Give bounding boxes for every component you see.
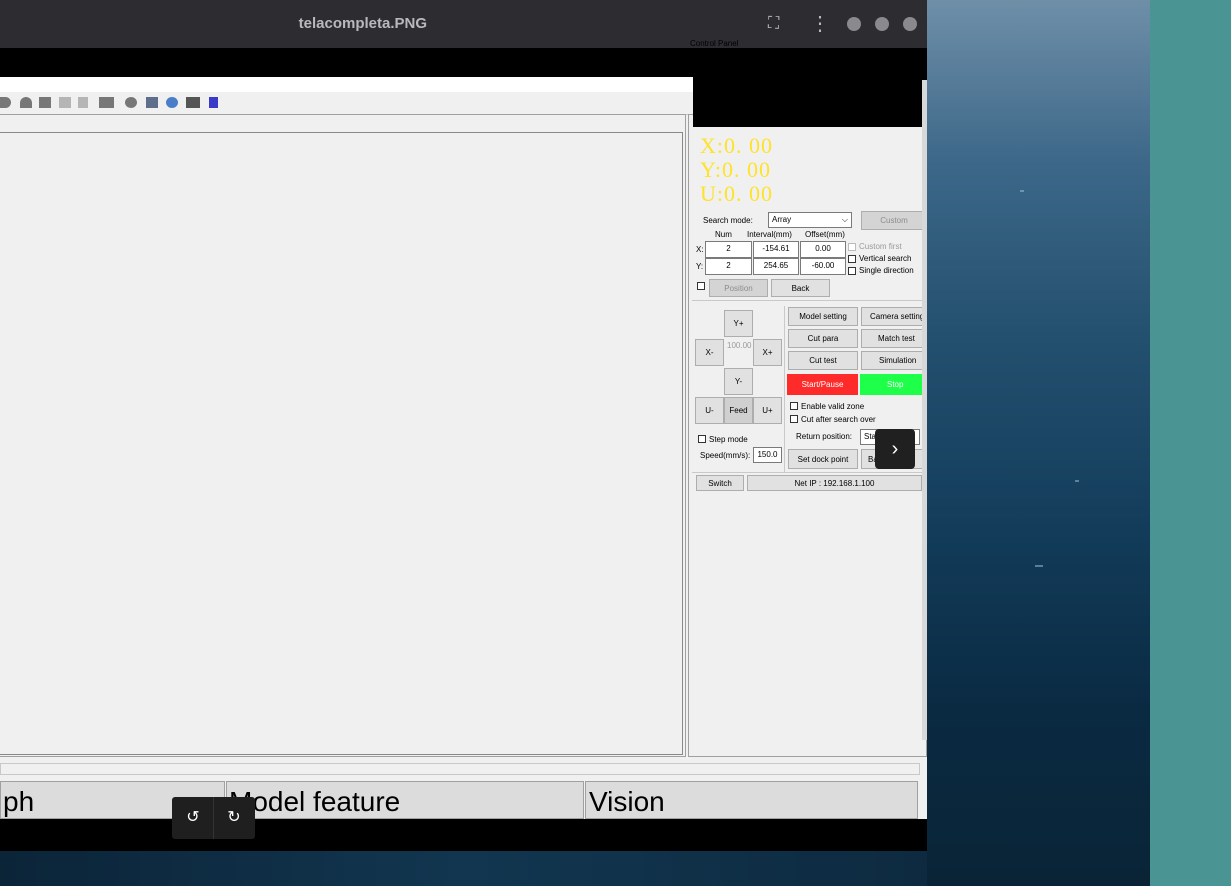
x-plus-button[interactable]: X+ <box>753 339 782 366</box>
wallpaper-detail <box>1035 565 1043 567</box>
window-icon[interactable] <box>146 97 158 108</box>
desktop-wallpaper <box>927 0 1150 886</box>
speed-label: Speed(mm/s): <box>700 451 751 460</box>
offset-column-header: Offset(mm) <box>805 230 845 239</box>
u-minus-button[interactable]: U- <box>695 397 724 424</box>
y-offset-field[interactable]: -60.00 <box>800 258 846 275</box>
viewer-title: telacompleta.PNG <box>298 15 427 32</box>
tab-model-feature[interactable]: Model feature <box>226 781 584 819</box>
window-edge <box>922 80 927 740</box>
rectangle-icon[interactable] <box>186 97 200 108</box>
back-button[interactable]: Back <box>771 279 830 297</box>
menu-icon[interactable]: ⋮ <box>810 0 830 48</box>
viewer-letterbox-bottom <box>0 819 927 851</box>
net-ip-display: Net IP : 192.168.1.100 <box>747 475 922 491</box>
cut-after-search-label: Cut after search over <box>801 415 876 424</box>
separator <box>692 472 927 473</box>
switch-button[interactable]: Switch <box>696 475 744 491</box>
single-direction-checkbox[interactable] <box>848 267 856 275</box>
split-icon[interactable] <box>78 97 88 108</box>
app-window: _ 🗗 × ph Model feature Vision <box>0 77 927 819</box>
speed-field[interactable]: 150.0 <box>753 447 782 463</box>
close-dot-icon[interactable] <box>903 17 917 31</box>
custom-first-checkbox[interactable] <box>848 243 856 251</box>
custom-first-label: Custom first <box>859 242 902 251</box>
horizontal-scrollbar[interactable] <box>0 763 920 775</box>
x-coordinate: X:0. 00 <box>700 133 773 158</box>
u-coordinate: U:0. 00 <box>700 181 773 206</box>
interval-column-header: Interval(mm) <box>747 230 792 239</box>
fullscreen-icon[interactable]: ⛶ <box>768 0 779 48</box>
eraser-icon[interactable] <box>59 97 71 108</box>
gear-icon[interactable] <box>166 97 178 108</box>
cut-para-button[interactable]: Cut para <box>788 329 858 348</box>
enable-valid-zone-label: Enable valid zone <box>801 402 865 411</box>
x-num-field[interactable]: 2 <box>705 241 752 258</box>
separator <box>692 300 927 301</box>
wallpaper-detail <box>1020 190 1024 192</box>
match-test-button[interactable]: Match test <box>861 329 927 348</box>
vertical-search-checkbox[interactable] <box>848 255 856 263</box>
num-column-header: Num <box>715 230 732 239</box>
search-mode-select[interactable]: Array ⌵ <box>768 212 852 228</box>
maximize-dot-icon[interactable] <box>875 17 889 31</box>
feed-button[interactable]: Feed <box>724 397 753 424</box>
layers-icon[interactable] <box>99 97 114 108</box>
chevron-right-icon: › <box>891 438 899 460</box>
x-interval-field[interactable]: -154.61 <box>753 241 799 258</box>
return-position-label: Return position: <box>796 432 853 441</box>
next-image-button[interactable]: › <box>875 429 915 469</box>
desktop-teal-panel <box>1150 0 1231 886</box>
stop-button[interactable]: Stop <box>860 374 927 395</box>
canvas-frame <box>0 114 686 757</box>
minimize-dot-icon[interactable] <box>847 17 861 31</box>
fill-bucket-icon[interactable] <box>39 97 51 108</box>
search-mode-value: Array <box>772 215 792 224</box>
start-pause-button[interactable]: Start/Pause <box>787 374 858 395</box>
y-minus-button[interactable]: Y- <box>724 368 753 395</box>
position-checkbox[interactable] <box>697 282 705 290</box>
simulation-button[interactable]: Simulation <box>861 351 927 370</box>
rotate-right-icon[interactable]: ↻ <box>214 797 254 839</box>
step-value: 100.00 <box>727 341 752 350</box>
wallpaper-detail <box>1075 480 1079 482</box>
model-setting-button[interactable]: Model setting <box>788 307 858 326</box>
control-panel-title: Control Panel <box>690 39 739 48</box>
x-offset-field[interactable]: 0.00 <box>800 241 846 258</box>
fill-tool-icon[interactable] <box>0 97 11 108</box>
y-interval-field[interactable]: 254.65 <box>753 258 799 275</box>
tab-vision[interactable]: Vision <box>585 781 918 819</box>
align-icon[interactable] <box>209 97 218 108</box>
desktop-wallpaper-bottom <box>0 851 927 886</box>
custom-button[interactable]: Custom <box>861 211 927 230</box>
chevron-down-icon: ⌵ <box>841 215 848 224</box>
camera-setting-button[interactable]: Camera setting <box>861 307 927 326</box>
coordinate-display <box>693 55 927 127</box>
row-y-label: Y: <box>696 262 704 271</box>
separator-vertical <box>784 306 785 472</box>
x-minus-button[interactable]: X- <box>695 339 724 366</box>
row-x-label: X: <box>696 245 704 254</box>
vertical-search-label: Vertical search <box>859 254 912 263</box>
position-button[interactable]: Position <box>709 279 768 297</box>
single-direction-label: Single direction <box>859 266 914 275</box>
cut-after-search-checkbox[interactable] <box>790 415 798 423</box>
circle-icon[interactable] <box>125 97 137 108</box>
enable-valid-zone-checkbox[interactable] <box>790 402 798 410</box>
drawing-canvas[interactable] <box>0 132 683 755</box>
rotate-left-icon[interactable]: ↺ <box>173 797 213 839</box>
set-dock-point-button[interactable]: Set dock point <box>788 449 858 469</box>
step-mode-label: Step mode <box>709 435 748 444</box>
y-plus-button[interactable]: Y+ <box>724 310 753 337</box>
search-mode-label: Search mode: <box>703 216 753 225</box>
y-num-field[interactable]: 2 <box>705 258 752 275</box>
cut-test-button[interactable]: Cut test <box>788 351 858 370</box>
y-coordinate: Y:0. 00 <box>700 157 771 182</box>
shape-tool-icon[interactable] <box>20 97 32 108</box>
u-plus-button[interactable]: U+ <box>753 397 782 424</box>
step-mode-checkbox[interactable] <box>698 435 706 443</box>
